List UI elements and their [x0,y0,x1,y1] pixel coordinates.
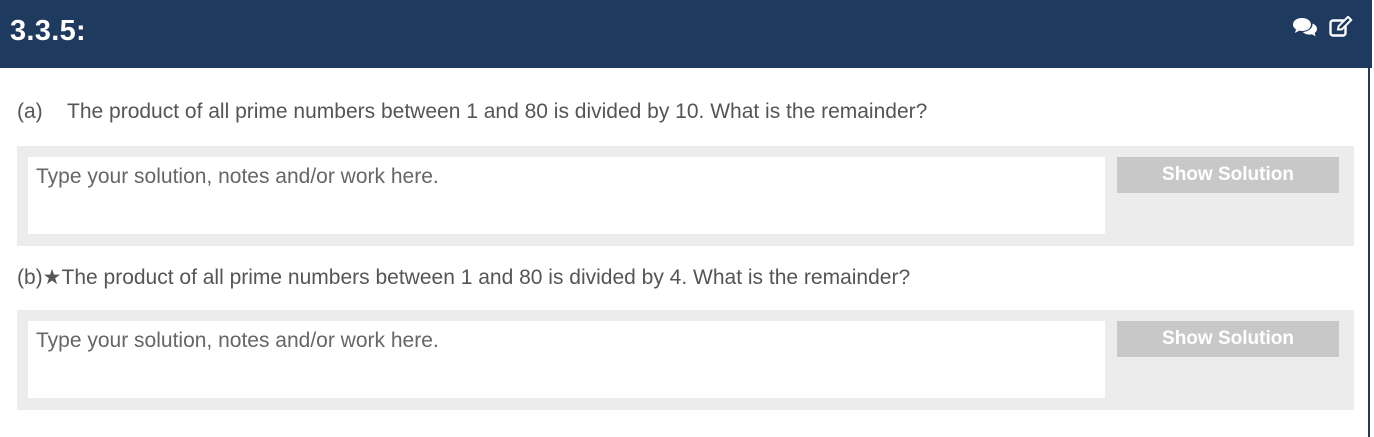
question-b: (b)★The product of all prime numbers bet… [17,265,910,290]
show-solution-button-a[interactable]: Show Solution [1117,157,1339,193]
solution-input-b[interactable] [28,321,1105,398]
question-a: (a) The product of all prime numbers betw… [17,100,927,124]
header-actions [1292,15,1354,39]
solution-input-a[interactable] [28,157,1105,234]
exercise-title: 3.3.5: [10,15,86,47]
question-b-label: (b) [17,266,43,289]
question-a-label: (a) [17,100,43,123]
comments-icon[interactable] [1292,15,1318,39]
exercise-header: 3.3.5: [0,0,1372,68]
answer-block-b: Show Solution [17,310,1354,410]
edit-icon[interactable] [1328,15,1354,39]
show-solution-button-b[interactable]: Show Solution [1117,321,1339,357]
question-a-text: The product of all prime numbers between… [67,100,928,123]
question-b-text: The product of all prime numbers between… [61,266,911,289]
star-icon: ★ [42,266,62,289]
exercise-card: 3.3.5: (a) The product of all prime numbe… [0,0,1372,437]
answer-block-a: Show Solution [17,146,1354,246]
